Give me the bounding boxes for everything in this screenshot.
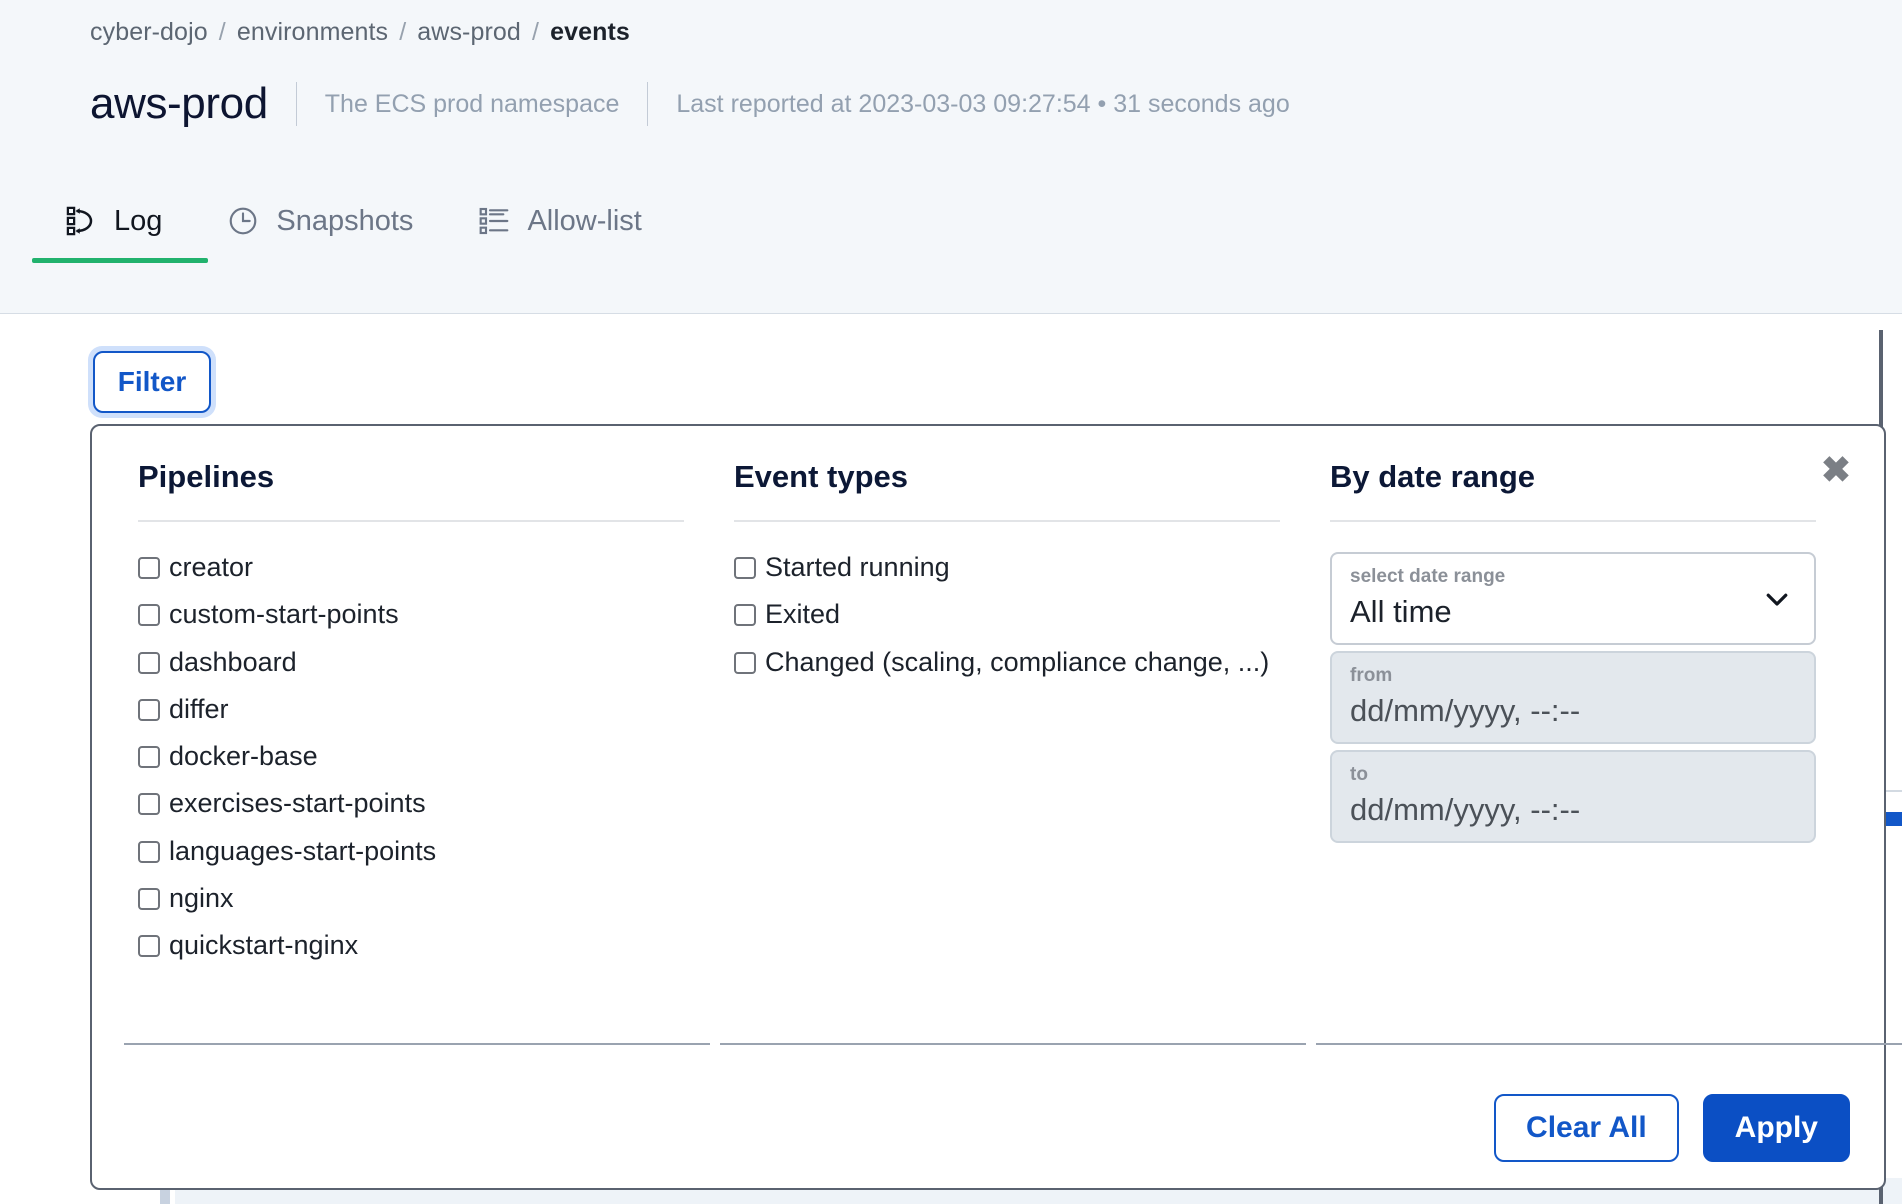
event-types-heading-divider bbox=[734, 520, 1280, 523]
pipelines-heading-divider bbox=[138, 520, 684, 523]
filter-panel: ✖ Pipelines creator custom-start-points bbox=[90, 424, 1886, 1190]
pipelines-list: creator custom-start-points dashboard di… bbox=[126, 552, 718, 960]
list-item[interactable]: docker-base bbox=[138, 741, 718, 771]
pipelines-bottom-divider bbox=[124, 1043, 710, 1045]
apply-button[interactable]: Apply bbox=[1702, 1094, 1850, 1162]
list-item[interactable]: custom-start-points bbox=[138, 599, 718, 629]
environment-title-row: aws-prod The ECS prod namespace Last rep… bbox=[90, 82, 1290, 126]
event-type-label: Exited bbox=[765, 599, 841, 630]
date-range-heading: By date range bbox=[1330, 459, 1536, 494]
checkbox-icon[interactable] bbox=[138, 840, 160, 863]
filter-columns: Pipelines creator custom-start-points da… bbox=[92, 426, 1884, 1188]
filter-button[interactable]: Filter bbox=[93, 351, 211, 413]
event-types-heading: Event types bbox=[734, 459, 909, 494]
event-types-bottom-divider bbox=[720, 1043, 1306, 1045]
pipeline-label: creator bbox=[169, 552, 254, 583]
date-range-select[interactable]: select date range All time bbox=[1330, 552, 1816, 645]
pipeline-label: quickstart-nginx bbox=[169, 929, 359, 960]
tab-allow-list[interactable]: Allow-list bbox=[445, 180, 673, 262]
pipelines-column: Pipelines creator custom-start-points da… bbox=[126, 459, 718, 1188]
checkbox-icon[interactable] bbox=[138, 604, 160, 627]
event-type-label: Started running bbox=[765, 552, 950, 583]
date-range-bottom-divider bbox=[1316, 1043, 1902, 1045]
tab-label-snapshots: Snapshots bbox=[276, 204, 414, 237]
background-right-hairline bbox=[1886, 790, 1902, 792]
breadcrumb-item-cyber-dojo[interactable]: cyber-dojo bbox=[90, 18, 208, 46]
date-range-select-caption: select date range bbox=[1350, 566, 1506, 588]
list-item[interactable]: Started running bbox=[734, 552, 1314, 582]
breadcrumb-current-events: events bbox=[550, 18, 630, 46]
breadcrumb-separator: / bbox=[399, 18, 407, 46]
pipeline-label: dashboard bbox=[169, 646, 297, 677]
date-to-field[interactable]: to dd/mm/yyyy, --:-- bbox=[1330, 749, 1816, 843]
pipelines-heading: Pipelines bbox=[138, 459, 275, 494]
date-range-heading-divider bbox=[1330, 520, 1816, 523]
tab-label-allow-list: Allow-list bbox=[527, 204, 642, 237]
list-item[interactable]: differ bbox=[138, 694, 718, 724]
pipeline-label: differ bbox=[169, 693, 229, 724]
checkbox-icon[interactable] bbox=[138, 887, 160, 910]
checkbox-icon[interactable] bbox=[138, 698, 160, 721]
breadcrumb: cyber-dojo / environments / aws-prod / e… bbox=[90, 18, 630, 47]
chevron-down-icon[interactable] bbox=[1762, 584, 1792, 614]
event-log-icon bbox=[64, 204, 98, 238]
list-item[interactable]: Exited bbox=[734, 599, 1314, 629]
checkbox-icon[interactable] bbox=[734, 651, 756, 674]
page-title: aws-prod bbox=[90, 79, 268, 128]
tab-label-log: Log bbox=[114, 204, 163, 237]
list-item[interactable]: Changed (scaling, compliance change, ...… bbox=[734, 647, 1314, 677]
environment-description: The ECS prod namespace bbox=[324, 89, 620, 118]
pipeline-label: custom-start-points bbox=[169, 599, 399, 630]
list-icon bbox=[477, 204, 511, 238]
title-divider bbox=[647, 82, 649, 126]
pipeline-label: languages-start-points bbox=[169, 835, 437, 866]
pipeline-label: nginx bbox=[169, 882, 234, 913]
date-to-value: dd/mm/yyyy, --:-- bbox=[1350, 791, 1581, 827]
date-from-value: dd/mm/yyyy, --:-- bbox=[1350, 692, 1581, 728]
list-item[interactable]: dashboard bbox=[138, 647, 718, 677]
event-types-column: Event types Started running Exited Chang… bbox=[722, 459, 1314, 1188]
breadcrumb-separator: / bbox=[218, 18, 226, 46]
title-divider bbox=[295, 82, 297, 126]
tab-bar: Log Snapshots Allow-list bbox=[32, 178, 674, 262]
date-range-fields: select date range All time from dd/mm/yy… bbox=[1318, 552, 1850, 849]
list-item[interactable]: creator bbox=[138, 552, 718, 582]
date-range-column: By date range select date range All time bbox=[1318, 459, 1850, 1188]
pipeline-label: exercises-start-points bbox=[169, 788, 426, 819]
list-item[interactable]: languages-start-points bbox=[138, 836, 718, 866]
filter-panel-footer: Clear All Apply bbox=[1494, 1094, 1850, 1162]
tab-snapshots[interactable]: Snapshots bbox=[194, 180, 445, 262]
clock-icon bbox=[226, 204, 260, 238]
checkbox-icon[interactable] bbox=[138, 557, 160, 580]
checkbox-icon[interactable] bbox=[138, 934, 160, 957]
breadcrumb-item-environments[interactable]: environments bbox=[237, 18, 388, 46]
checkbox-icon[interactable] bbox=[734, 604, 756, 627]
last-reported-text: Last reported at 2023-03-03 09:27:54 • 3… bbox=[676, 89, 1290, 118]
date-range-select-value: All time bbox=[1350, 593, 1452, 629]
background-right-blue-marker bbox=[1886, 812, 1902, 826]
date-from-caption: from bbox=[1350, 664, 1393, 686]
pipeline-label: docker-base bbox=[169, 741, 318, 772]
checkbox-icon[interactable] bbox=[138, 651, 160, 674]
checkbox-icon[interactable] bbox=[138, 746, 160, 769]
list-item[interactable]: exercises-start-points bbox=[138, 788, 718, 818]
breadcrumb-item-aws-prod[interactable]: aws-prod bbox=[417, 18, 521, 46]
checkbox-icon[interactable] bbox=[138, 793, 160, 816]
app-root: cyber-dojo / environments / aws-prod / e… bbox=[0, 0, 1902, 1204]
date-from-field[interactable]: from dd/mm/yyyy, --:-- bbox=[1330, 650, 1816, 744]
clear-all-button[interactable]: Clear All bbox=[1494, 1094, 1679, 1162]
page-header: cyber-dojo / environments / aws-prod / e… bbox=[0, 0, 1902, 314]
event-type-label: Changed (scaling, compliance change, ...… bbox=[765, 646, 1270, 677]
filter-button-focus-ring: Filter bbox=[88, 346, 216, 418]
list-item[interactable]: nginx bbox=[138, 883, 718, 913]
breadcrumb-separator: / bbox=[531, 18, 540, 46]
tab-log[interactable]: Log bbox=[32, 180, 194, 262]
checkbox-icon[interactable] bbox=[734, 557, 756, 580]
date-to-caption: to bbox=[1350, 763, 1368, 785]
event-types-list: Started running Exited Changed (scaling,… bbox=[722, 552, 1314, 677]
list-item[interactable]: quickstart-nginx bbox=[138, 930, 718, 960]
active-tab-indicator bbox=[32, 258, 208, 263]
